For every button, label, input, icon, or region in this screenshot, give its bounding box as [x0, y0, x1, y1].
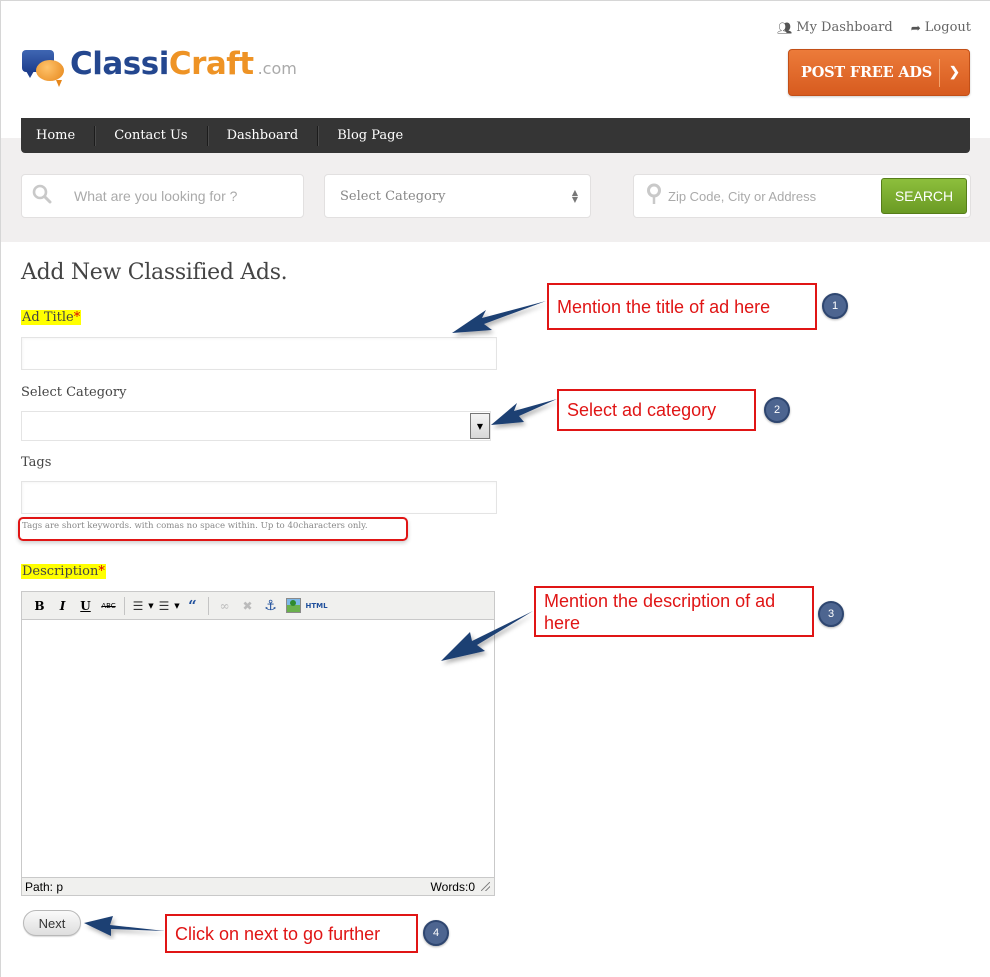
- search-button[interactable]: SEARCH: [881, 178, 967, 214]
- unlink-icon[interactable]: ✖: [236, 596, 259, 616]
- ad-title-input[interactable]: [21, 337, 497, 370]
- step-badge-2: 2: [764, 397, 790, 423]
- strikethrough-button[interactable]: ABC: [97, 596, 120, 616]
- callout-3: Mention the description of ad here: [534, 586, 814, 637]
- editor-content-area[interactable]: [22, 620, 494, 871]
- step-badge-4: 4: [423, 920, 449, 946]
- share-arrow-icon: ➦: [910, 20, 921, 35]
- users-icon: 👥︎: [777, 20, 793, 35]
- logo-text: ClassiCraft .com: [70, 46, 297, 82]
- my-dashboard-link[interactable]: 👥︎ My Dashboard: [777, 20, 893, 35]
- required-mark: *: [73, 310, 81, 325]
- post-free-ads-button[interactable]: POST FREE ADS ❯: [788, 49, 970, 96]
- editor-path: Path: p: [25, 879, 64, 894]
- page-title: Add New Classified Ads.: [21, 260, 288, 285]
- toolbar-separator: [124, 596, 125, 615]
- category-dropdown[interactable]: ▼: [21, 411, 491, 441]
- location-placeholder: Zip Code, City or Address: [668, 188, 817, 204]
- main-nav: Home Contact Us Dashboard Blog Page: [21, 118, 970, 153]
- numbered-list-button[interactable]: ☰: [155, 596, 173, 616]
- next-button[interactable]: Next: [23, 910, 81, 936]
- underline-button[interactable]: U: [74, 596, 97, 616]
- description-editor: B I U ABC ☰ ▼ ☰ ▼ “ ∞ ✖ ⚓︎ HTML Path: p …: [21, 591, 495, 896]
- keyword-search-input[interactable]: What are you looking for ?: [21, 174, 304, 218]
- callout-1: Mention the title of ad here: [547, 283, 817, 330]
- editor-toolbar: B I U ABC ☰ ▼ ☰ ▼ “ ∞ ✖ ⚓︎ HTML: [22, 592, 494, 620]
- resize-grip-icon[interactable]: [481, 882, 490, 891]
- toolbar-separator: [208, 596, 209, 615]
- editor-statusbar: Path: p Words:0: [22, 877, 494, 895]
- chat-bubbles-icon: [22, 48, 68, 87]
- keyword-placeholder: What are you looking for ?: [74, 188, 238, 204]
- tags-hint: Tags are short keywords. with comas no s…: [22, 521, 368, 531]
- chevron-right-icon: ❯: [949, 65, 960, 80]
- anchor-icon[interactable]: ⚓︎: [259, 596, 282, 616]
- italic-button[interactable]: I: [51, 596, 74, 616]
- nav-item-contact-us[interactable]: Contact Us: [94, 125, 206, 146]
- step-badge-3: 3: [818, 601, 844, 627]
- search-icon: [32, 184, 54, 209]
- nav-item-home[interactable]: Home: [21, 126, 94, 146]
- image-icon: [286, 598, 301, 613]
- site-logo[interactable]: ClassiCraft .com: [22, 46, 297, 87]
- bold-button[interactable]: B: [28, 596, 51, 616]
- description-label: Description*: [21, 564, 106, 579]
- numbered-list-caret-icon[interactable]: ▼: [173, 596, 181, 616]
- nav-item-blog-page[interactable]: Blog Page: [317, 125, 422, 146]
- category-label: Select Category: [21, 385, 127, 400]
- dropdown-arrow-icon[interactable]: ▼: [470, 413, 490, 439]
- up-down-arrows-icon: ▲ ▼: [571, 188, 578, 204]
- required-mark: *: [98, 564, 105, 579]
- map-pin-icon: [646, 183, 662, 210]
- nav-item-dashboard[interactable]: Dashboard: [206, 125, 318, 146]
- category-select[interactable]: Select Category ▲ ▼: [324, 174, 591, 218]
- callout-4: Click on next to go further: [165, 914, 418, 953]
- ad-title-label: Ad Title*: [21, 310, 82, 325]
- location-search-input[interactable]: Zip Code, City or Address SEARCH: [633, 174, 971, 218]
- word-count: Words:0: [430, 879, 475, 894]
- insert-image-button[interactable]: [282, 596, 305, 616]
- bullet-list-caret-icon[interactable]: ▼: [147, 596, 155, 616]
- tags-label: Tags: [21, 455, 52, 470]
- link-icon[interactable]: ∞: [213, 596, 236, 616]
- category-placeholder: Select Category: [340, 188, 446, 204]
- step-badge-1: 1: [822, 293, 848, 319]
- blockquote-button[interactable]: “: [181, 596, 204, 616]
- html-source-button[interactable]: HTML: [305, 596, 328, 616]
- tags-input[interactable]: [21, 481, 497, 514]
- logout-link[interactable]: ➦ Logout: [911, 20, 971, 35]
- callout-2: Select ad category: [557, 389, 756, 431]
- top-links: 👥︎ My Dashboard ➦ Logout: [777, 20, 971, 35]
- bullet-list-button[interactable]: ☰: [129, 596, 147, 616]
